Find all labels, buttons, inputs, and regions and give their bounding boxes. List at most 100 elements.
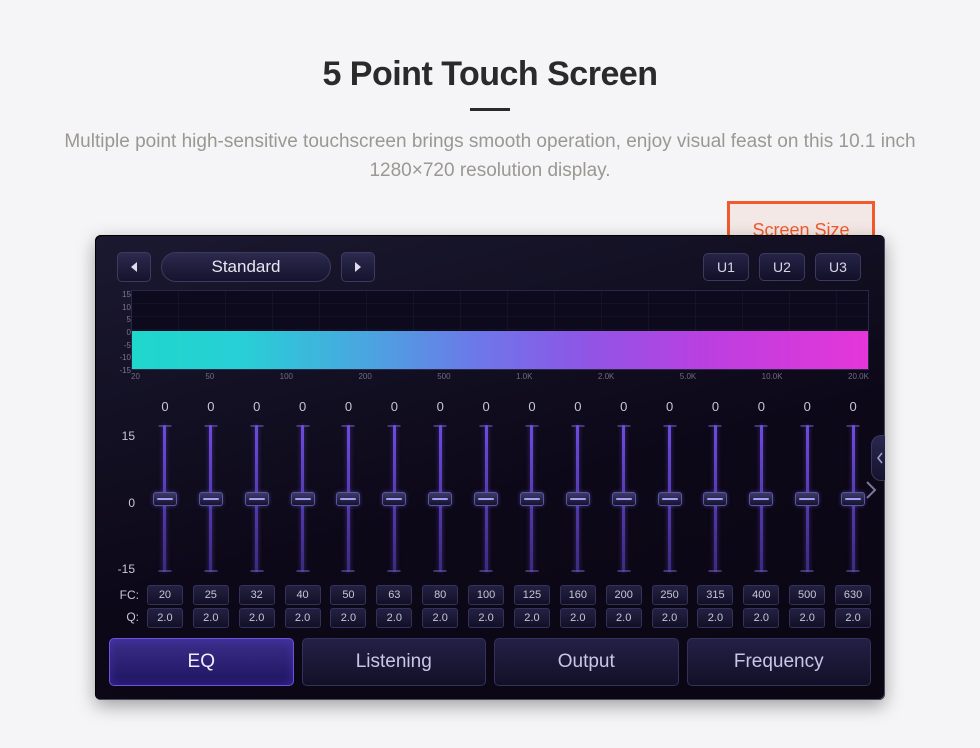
eq-slider[interactable]: [335, 421, 361, 576]
slider-knob[interactable]: [749, 492, 773, 506]
slider-knob[interactable]: [703, 492, 727, 506]
eq-band-40: 0402.0: [281, 395, 325, 628]
x-tick: 50: [205, 372, 214, 381]
band-fc-value[interactable]: 400: [743, 585, 779, 605]
eq-slider[interactable]: [519, 421, 545, 576]
slider-knob[interactable]: [658, 492, 682, 506]
band-gain-value: 0: [391, 395, 398, 417]
band-q-value[interactable]: 2.0: [285, 608, 321, 628]
eq-slider[interactable]: [290, 421, 316, 576]
slider-axis: 15 0 -15 FC: Q:: [105, 395, 143, 628]
band-q-value[interactable]: 2.0: [560, 608, 596, 628]
expand-panel-button[interactable]: [871, 435, 885, 481]
eq-slider[interactable]: [244, 421, 270, 576]
band-gain-value: 0: [437, 395, 444, 417]
band-q-value[interactable]: 2.0: [239, 608, 275, 628]
tab-eq[interactable]: EQ: [109, 638, 294, 686]
eq-slider[interactable]: [840, 421, 866, 576]
band-fc-value[interactable]: 63: [376, 585, 412, 605]
x-tick: 200: [358, 372, 371, 381]
spectrum-box: [131, 290, 869, 370]
bottom-tab-bar: EQListeningOutputFrequency: [109, 638, 871, 686]
eq-slider[interactable]: [198, 421, 224, 576]
eq-slider[interactable]: [152, 421, 178, 576]
y-tick: 5: [109, 315, 131, 324]
band-q-value[interactable]: 2.0: [743, 608, 779, 628]
slider-knob[interactable]: [199, 492, 223, 506]
slider-knob[interactable]: [336, 492, 360, 506]
slider-knob[interactable]: [153, 492, 177, 506]
band-fc-value[interactable]: 500: [789, 585, 825, 605]
eq-slider[interactable]: [657, 421, 683, 576]
band-q-value[interactable]: 2.0: [835, 608, 871, 628]
slider-knob[interactable]: [841, 492, 865, 506]
band-q-value[interactable]: 2.0: [652, 608, 688, 628]
band-q-value[interactable]: 2.0: [147, 608, 183, 628]
preset-display[interactable]: Standard: [161, 252, 331, 282]
user-preset-u3-button[interactable]: U3: [815, 253, 861, 281]
eq-band-400: 04002.0: [739, 395, 783, 628]
slider-knob[interactable]: [428, 492, 452, 506]
eq-band-20: 0202.0: [143, 395, 187, 628]
eq-slider[interactable]: [611, 421, 637, 576]
slider-knob[interactable]: [795, 492, 819, 506]
eq-slider[interactable]: [748, 421, 774, 576]
eq-slider[interactable]: [794, 421, 820, 576]
slider-knob[interactable]: [474, 492, 498, 506]
eq-slider[interactable]: [473, 421, 499, 576]
band-q-value[interactable]: 2.0: [422, 608, 458, 628]
band-gain-value: 0: [528, 395, 535, 417]
band-fc-value[interactable]: 100: [468, 585, 504, 605]
triangle-left-icon: [129, 261, 139, 273]
x-tick: 100: [280, 372, 293, 381]
eq-sliders: 0202.00252.00322.00402.00502.00632.00802…: [143, 395, 875, 628]
band-gain-value: 0: [345, 395, 352, 417]
band-q-value[interactable]: 2.0: [789, 608, 825, 628]
slider-knob[interactable]: [566, 492, 590, 506]
band-q-value[interactable]: 2.0: [468, 608, 504, 628]
eq-slider[interactable]: [381, 421, 407, 576]
band-gain-value: 0: [666, 395, 673, 417]
slider-knob[interactable]: [612, 492, 636, 506]
band-fc-value[interactable]: 20: [147, 585, 183, 605]
band-fc-value[interactable]: 32: [239, 585, 275, 605]
preset-prev-button[interactable]: [117, 252, 151, 282]
band-fc-value[interactable]: 315: [697, 585, 733, 605]
eq-slider[interactable]: [565, 421, 591, 576]
preset-next-button[interactable]: [341, 252, 375, 282]
eq-band-100: 0 100 2.0: [464, 395, 508, 628]
eq-band-160: 01602.0: [556, 395, 600, 628]
eq-slider[interactable]: [702, 421, 728, 576]
band-fc-value[interactable]: 80: [422, 585, 458, 605]
eq-slider[interactable]: [427, 421, 453, 576]
tab-output[interactable]: Output: [494, 638, 679, 686]
band-fc-value[interactable]: 200: [606, 585, 642, 605]
band-fc-value[interactable]: 250: [652, 585, 688, 605]
band-fc-value[interactable]: 160: [560, 585, 596, 605]
slider-knob[interactable]: [245, 492, 269, 506]
eq-band-80: 0 80 2.0: [418, 395, 462, 628]
band-q-value[interactable]: 2.0: [376, 608, 412, 628]
band-fc-value[interactable]: 40: [285, 585, 321, 605]
band-q-value[interactable]: 2.0: [330, 608, 366, 628]
slider-knob[interactable]: [291, 492, 315, 506]
band-q-value[interactable]: 2.0: [606, 608, 642, 628]
chevron-left-icon: [876, 452, 884, 464]
tab-listening[interactable]: Listening: [302, 638, 487, 686]
band-fc-value[interactable]: 50: [330, 585, 366, 605]
slider-knob[interactable]: [382, 492, 406, 506]
band-fc-value[interactable]: 630: [835, 585, 871, 605]
spectrum-fill: [132, 331, 868, 369]
slider-knob[interactable]: [520, 492, 544, 506]
band-q-value[interactable]: 2.0: [193, 608, 229, 628]
band-gain-value: 0: [482, 395, 489, 417]
tab-frequency[interactable]: Frequency: [687, 638, 872, 686]
band-q-value[interactable]: 2.0: [514, 608, 550, 628]
page-title: 5 Point Touch Screen: [0, 0, 980, 94]
band-q-value[interactable]: 2.0: [697, 608, 733, 628]
band-fc-value[interactable]: 125: [514, 585, 550, 605]
user-preset-u2-button[interactable]: U2: [759, 253, 805, 281]
user-preset-u1-button[interactable]: U1: [703, 253, 749, 281]
band-fc-value[interactable]: 25: [193, 585, 229, 605]
chevron-right-icon[interactable]: [865, 480, 877, 506]
